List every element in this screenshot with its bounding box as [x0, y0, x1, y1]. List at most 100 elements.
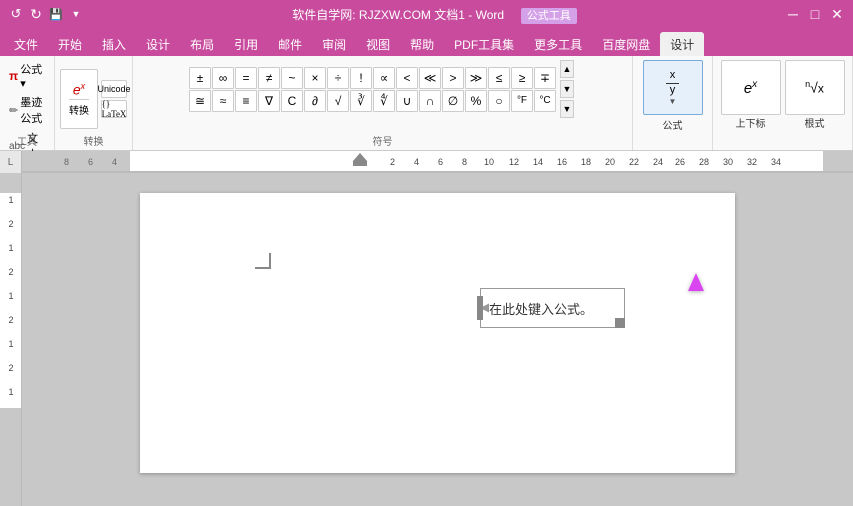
tab-references[interactable]: 引用 — [224, 32, 268, 56]
formula-icon-large: ex — [73, 81, 85, 98]
svg-text:10: 10 — [484, 157, 494, 167]
tab-review[interactable]: 审阅 — [312, 32, 356, 56]
formula-tools-tab[interactable]: 公式工具 — [521, 8, 577, 24]
convert-main-button[interactable]: ex 转换 — [60, 69, 98, 129]
sym-scroll-more[interactable]: ▼ — [560, 80, 574, 98]
convert-label-bottom: 转换 — [55, 133, 132, 148]
tools-group: π 公式 ▾ ✏ 墨迹公式 abc 文本 工具 — [0, 56, 55, 150]
sym-cong[interactable]: ≅ — [189, 90, 211, 112]
equation-resize-handle[interactable] — [615, 318, 625, 328]
sym-percent[interactable]: % — [465, 90, 487, 112]
maximize-button[interactable]: □ — [807, 6, 823, 22]
sym-not-equals[interactable]: ≠ — [258, 67, 280, 89]
svg-text:12: 12 — [509, 157, 519, 167]
tab-more-tools[interactable]: 更多工具 — [524, 32, 592, 56]
sym-gg[interactable]: ≫ — [465, 67, 487, 89]
ruler-svg: 8 6 4 2 4 6 8 10 12 14 16 18 20 22 24 26 — [22, 151, 853, 172]
symbols-grid: ± ∞ = ≠ ~ × ÷ ! ∝ < ≪ > ≫ ≤ ≥ ∓ — [189, 67, 556, 112]
sym-scroll-up[interactable]: ▲ — [560, 60, 574, 78]
superscript-button[interactable]: ex — [721, 60, 781, 115]
sym-nabla[interactable]: ∇ — [258, 90, 280, 112]
sym-divide[interactable]: ÷ — [327, 67, 349, 89]
sym-leq[interactable]: ≤ — [488, 67, 510, 89]
tab-view[interactable]: 视图 — [356, 32, 400, 56]
tab-baidu[interactable]: 百度网盘 — [592, 32, 660, 56]
svg-text:1: 1 — [8, 387, 13, 397]
sym-sqrt[interactable]: √ — [327, 90, 349, 112]
unicode-button[interactable]: Unicode — [101, 80, 127, 98]
fraction-button[interactable]: x y ▼ — [643, 60, 703, 115]
latex-label: {} LaTeX — [102, 99, 127, 119]
svg-text:6: 6 — [88, 157, 93, 167]
tab-mailings[interactable]: 邮件 — [268, 32, 312, 56]
svg-text:2: 2 — [8, 219, 13, 229]
save-button-titlebar[interactable]: 💾 — [48, 6, 64, 22]
ink-formula-tool[interactable]: ✏ 墨迹公式 — [6, 93, 48, 127]
tools-label: 工具 — [0, 133, 54, 148]
svg-text:1: 1 — [8, 195, 13, 205]
document-area[interactable]: 在此处键入公式。 — [22, 173, 853, 506]
sym-cup[interactable]: ∪ — [396, 90, 418, 112]
sym-ll[interactable]: ≪ — [419, 67, 441, 89]
main-area: 1 2 1 2 1 2 1 2 1 在此处键入公式。 — [0, 173, 853, 506]
tab-layout[interactable]: 布局 — [180, 32, 224, 56]
fraction-group: x y ▼ 公式 — [633, 56, 713, 150]
sym-plus-minus[interactable]: ± — [189, 67, 211, 89]
ink-label: 墨迹公式 — [20, 94, 45, 126]
radical-button[interactable]: n√x — [785, 60, 845, 115]
customize-button[interactable]: ▼ — [68, 6, 84, 22]
redo-button[interactable]: ↻ — [28, 6, 44, 22]
title-bar-left: ↺ ↻ 💾 ▼ — [8, 6, 84, 22]
equation-drag-handle[interactable] — [477, 296, 483, 320]
formula-tool[interactable]: π 公式 ▾ — [6, 60, 48, 91]
close-button[interactable]: ✕ — [829, 6, 845, 22]
sym-degC[interactable]: °C — [534, 90, 556, 112]
svg-text:32: 32 — [747, 157, 757, 167]
latex-button[interactable]: {} LaTeX — [101, 100, 127, 118]
sym-tilde[interactable]: ~ — [281, 67, 303, 89]
equation-box[interactable]: 在此处键入公式。 — [480, 288, 625, 328]
sym-c[interactable]: C — [281, 90, 303, 112]
svg-text:16: 16 — [557, 157, 567, 167]
sym-gt[interactable]: > — [442, 67, 464, 89]
vertical-ruler: 1 2 1 2 1 2 1 2 1 — [0, 173, 22, 506]
tab-design1[interactable]: 设计 — [136, 32, 180, 56]
sym-scroll-down[interactable]: ▼ — [560, 100, 574, 118]
sym-cap[interactable]: ∩ — [419, 90, 441, 112]
undo-button[interactable]: ↺ — [8, 6, 24, 22]
sym-exclaim[interactable]: ! — [350, 67, 372, 89]
svg-text:6: 6 — [438, 157, 443, 167]
sym-equals[interactable]: = — [235, 67, 257, 89]
svg-text:34: 34 — [771, 157, 781, 167]
sym-empty[interactable]: ∅ — [442, 90, 464, 112]
convert-group: ex 转换 Unicode {} LaTeX 转换 — [55, 56, 133, 150]
svg-text:1: 1 — [8, 243, 13, 253]
sym-equiv[interactable]: ≡ — [235, 90, 257, 112]
tab-design-active[interactable]: 设计 — [660, 32, 704, 56]
tab-insert[interactable]: 插入 — [92, 32, 136, 56]
minimize-button[interactable]: ─ — [785, 6, 801, 22]
sym-infinity[interactable]: ∞ — [212, 67, 234, 89]
svg-text:2: 2 — [390, 157, 395, 167]
title-bar-buttons: ─ □ ✕ — [785, 6, 845, 22]
sym-degF[interactable]: °F — [511, 90, 533, 112]
sym-frt[interactable]: ∜ — [373, 90, 395, 112]
sym-approx[interactable]: ≈ — [212, 90, 234, 112]
sym-propto[interactable]: ∝ — [373, 67, 395, 89]
tab-pdf[interactable]: PDF工具集 — [444, 32, 524, 56]
pi-icon: π — [9, 69, 18, 83]
sym-geq[interactable]: ≥ — [511, 67, 533, 89]
sym-circle[interactable]: ○ — [488, 90, 510, 112]
tab-home[interactable]: 开始 — [48, 32, 92, 56]
tab-file[interactable]: 文件 — [4, 32, 48, 56]
horizontal-ruler: 8 6 4 2 4 6 8 10 12 14 16 18 20 22 24 26 — [22, 151, 853, 172]
tab-help[interactable]: 帮助 — [400, 32, 444, 56]
sym-lt[interactable]: < — [396, 67, 418, 89]
sym-times[interactable]: × — [304, 67, 326, 89]
convert-label: 转换 — [69, 99, 89, 117]
sym-partial[interactable]: ∂ — [304, 90, 326, 112]
sym-mp[interactable]: ∓ — [534, 67, 556, 89]
document-page[interactable]: 在此处键入公式。 — [140, 193, 735, 473]
sym-cbrt[interactable]: ∛ — [350, 90, 372, 112]
svg-text:30: 30 — [723, 157, 733, 167]
